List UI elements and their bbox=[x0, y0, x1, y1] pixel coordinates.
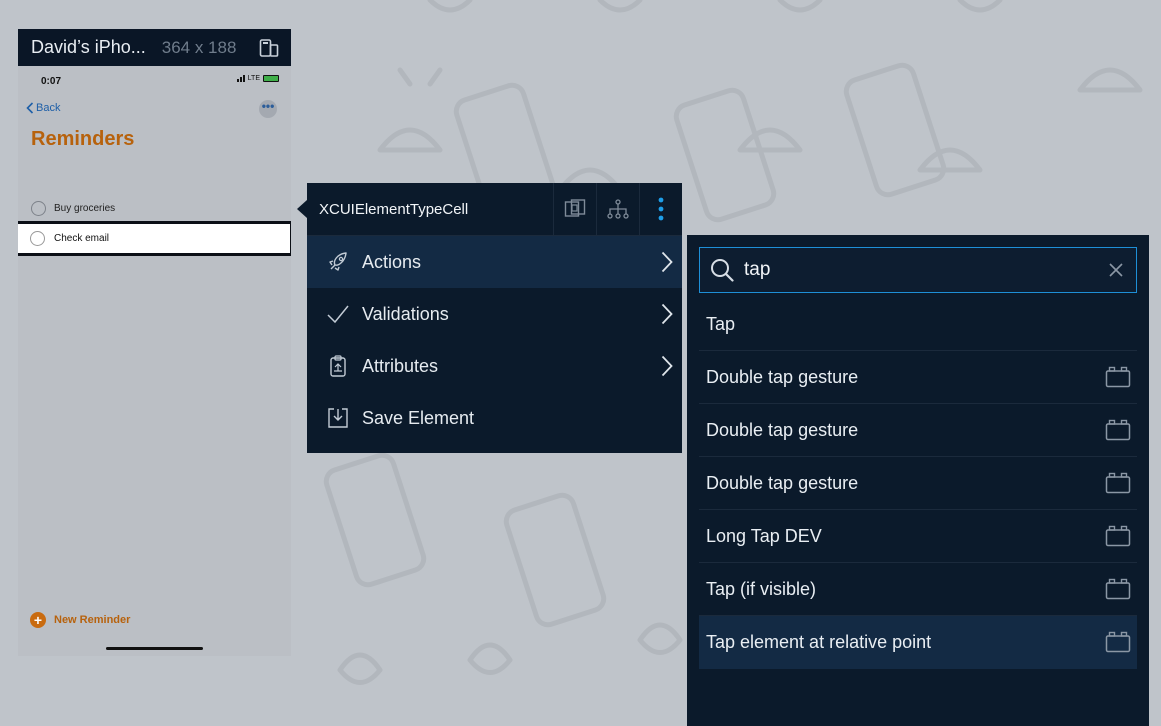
copy-locator-button[interactable] bbox=[553, 182, 596, 236]
action-result-label: Tap bbox=[706, 314, 736, 334]
checkmark-icon bbox=[327, 303, 349, 325]
action-result-label: Double tap gesture bbox=[706, 472, 859, 493]
action-result-label: Tap element at relative point bbox=[706, 631, 932, 652]
more-options-button[interactable] bbox=[639, 182, 682, 236]
building-block-icon bbox=[1105, 419, 1131, 441]
reminder-checkbox[interactable] bbox=[30, 231, 45, 246]
action-result-item[interactable]: Double tap gesture bbox=[699, 457, 1137, 510]
building-block-icon bbox=[1105, 631, 1131, 653]
building-block-icon bbox=[1105, 366, 1131, 388]
action-search-input[interactable] bbox=[744, 259, 1096, 281]
device-name: David’s iPho... bbox=[31, 37, 146, 57]
chevron-right-icon bbox=[652, 251, 682, 273]
menu-item-save-element[interactable]: Save Element bbox=[307, 392, 682, 444]
action-result-label: Long Tap DEV bbox=[706, 525, 822, 546]
hierarchy-icon bbox=[607, 199, 629, 219]
selected-element-highlight[interactable]: Check email bbox=[18, 221, 291, 256]
kebab-menu-icon bbox=[658, 197, 664, 221]
device-screen[interactable]: 0:07 LTE Back ••• Reminders Buy grocerie… bbox=[18, 66, 291, 656]
device-panel: David’s iPho... 364 x 188 0:07 LTE Back … bbox=[18, 29, 291, 656]
element-tree-button[interactable] bbox=[596, 182, 639, 236]
home-indicator bbox=[106, 647, 203, 650]
more-button[interactable]: ••• bbox=[259, 100, 277, 118]
copy-element-icon bbox=[564, 199, 586, 217]
action-result-item[interactable]: Double tap gesture bbox=[699, 404, 1137, 457]
back-button[interactable]: Back bbox=[26, 102, 60, 114]
rocket-icon bbox=[327, 251, 349, 273]
element-menu-header: XCUIElementTypeCell bbox=[307, 182, 682, 236]
menu-item-validations[interactable]: Validations bbox=[307, 288, 682, 340]
status-indicators: LTE bbox=[236, 75, 279, 82]
chevron-right-icon bbox=[652, 303, 682, 325]
action-result-item[interactable]: Long Tap DEV bbox=[699, 510, 1137, 563]
clipboard-icon bbox=[327, 355, 349, 377]
network-label: LTE bbox=[247, 75, 260, 82]
save-icon bbox=[327, 407, 349, 429]
element-type-label: XCUIElementTypeCell bbox=[319, 200, 469, 218]
element-menu: XCUIElementTypeCell Actions Validations … bbox=[307, 182, 682, 453]
action-result-item[interactable]: Tap (if visible) bbox=[699, 563, 1137, 616]
menu-label: Validations bbox=[362, 303, 449, 324]
new-reminder-label: New Reminder bbox=[54, 614, 131, 626]
menu-item-attributes[interactable]: Attributes bbox=[307, 340, 682, 392]
action-result-item[interactable]: Double tap gesture bbox=[699, 351, 1137, 404]
menu-label: Actions bbox=[362, 251, 422, 272]
menu-item-actions[interactable]: Actions bbox=[307, 236, 682, 288]
menu-label: Attributes bbox=[362, 355, 439, 376]
signal-icon bbox=[236, 75, 245, 82]
action-result-label: Double tap gesture bbox=[706, 366, 859, 387]
building-block-icon bbox=[1105, 472, 1131, 494]
close-icon bbox=[1109, 263, 1123, 277]
reminder-label: Buy groceries bbox=[54, 203, 116, 214]
status-time: 0:07 bbox=[41, 76, 62, 87]
building-block-icon bbox=[1105, 578, 1131, 600]
reminder-label: Check email bbox=[54, 233, 110, 244]
reminder-item[interactable]: Buy groceries bbox=[31, 201, 115, 216]
device-rotate-icon[interactable] bbox=[259, 38, 279, 58]
building-block-icon bbox=[1105, 525, 1131, 547]
action-result-item[interactable]: Tap bbox=[699, 299, 1137, 351]
action-result-label: Double tap gesture bbox=[706, 419, 859, 440]
plus-icon: + bbox=[30, 612, 46, 628]
action-results-list: Tap Double tap gesture Double tap gestur… bbox=[699, 299, 1137, 669]
action-search-box[interactable] bbox=[699, 247, 1137, 293]
action-result-item[interactable]: Tap element at relative point bbox=[699, 616, 1137, 669]
battery-icon bbox=[263, 75, 279, 82]
new-reminder-button[interactable]: + New Reminder bbox=[30, 612, 130, 628]
actions-panel: Tap Double tap gesture Double tap gestur… bbox=[687, 235, 1149, 726]
chevron-left-icon bbox=[26, 102, 34, 114]
page-title: Reminders bbox=[31, 128, 135, 150]
menu-label: Save Element bbox=[362, 407, 475, 428]
action-result-label: Tap (if visible) bbox=[706, 578, 817, 599]
device-header: David’s iPho... 364 x 188 bbox=[18, 29, 291, 66]
menu-pointer bbox=[297, 200, 307, 218]
search-icon bbox=[711, 259, 734, 282]
device-resolution: 364 x 188 bbox=[161, 37, 237, 57]
clear-search-button[interactable] bbox=[1096, 248, 1136, 292]
chevron-right-icon bbox=[652, 355, 682, 377]
back-label: Back bbox=[36, 102, 61, 114]
reminder-checkbox[interactable] bbox=[31, 201, 46, 216]
